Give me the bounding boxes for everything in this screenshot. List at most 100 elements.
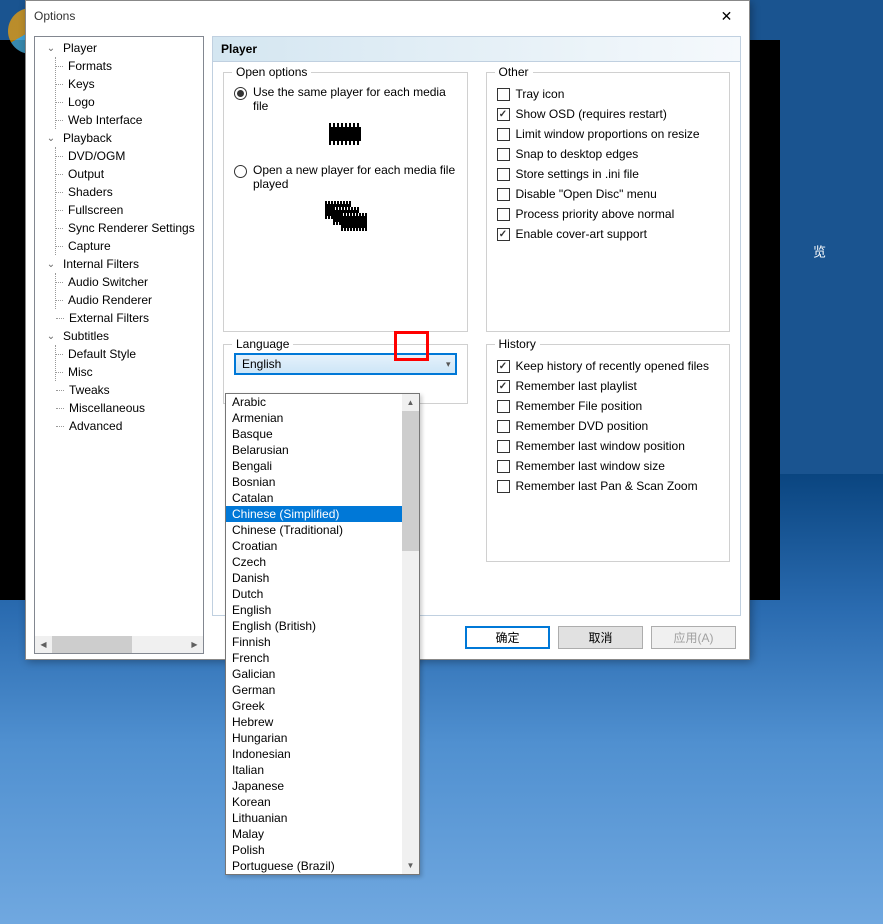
language-option[interactable]: Catalan [226,490,419,506]
checkbox-icon[interactable] [497,108,510,121]
checkbox-icon[interactable] [497,420,510,433]
scroll-thumb[interactable] [52,636,132,653]
language-option[interactable]: English [226,602,419,618]
tree-defaultstyle[interactable]: Default Style [56,345,203,363]
tree-externalfilters[interactable]: External Filters [57,309,203,327]
language-option[interactable]: German [226,682,419,698]
checkbox-icon[interactable] [497,188,510,201]
check-panzoom[interactable]: Remember last Pan & Scan Zoom [497,479,720,493]
check-snap[interactable]: Snap to desktop edges [497,147,720,161]
language-option[interactable]: Belarusian [226,442,419,458]
scroll-right-icon[interactable]: ▶ [186,636,203,653]
language-option[interactable]: Finnish [226,634,419,650]
check-osd[interactable]: Show OSD (requires restart) [497,107,720,121]
checkbox-icon[interactable] [497,400,510,413]
tree-playback[interactable]: ⌄Playback [43,129,203,147]
collapse-icon[interactable]: ⌄ [43,133,59,144]
scroll-left-icon[interactable]: ◀ [35,636,52,653]
language-option[interactable]: Czech [226,554,419,570]
radio-new-player[interactable]: Open a new player for each media file pl… [234,163,457,191]
language-option[interactable]: English (British) [226,618,419,634]
checkbox-icon[interactable] [497,360,510,373]
language-option[interactable]: Malay [226,826,419,842]
tree-dvdogm[interactable]: DVD/OGM [56,147,203,165]
tree-webinterface[interactable]: Web Interface [56,111,203,129]
checkbox-icon[interactable] [497,380,510,393]
collapse-icon[interactable]: ⌄ [43,43,59,54]
tree-fullscreen[interactable]: Fullscreen [56,201,203,219]
radio-icon[interactable] [234,87,247,100]
language-select[interactable]: English ▾ [234,353,457,375]
tree-sync[interactable]: Sync Renderer Settings [56,219,203,237]
checkbox-icon[interactable] [497,480,510,493]
collapse-icon[interactable]: ⌄ [43,331,59,342]
tree-formats[interactable]: Formats [56,57,203,75]
language-option[interactable]: Chinese (Simplified) [226,506,419,522]
chevron-down-icon[interactable]: ▾ [446,359,451,370]
language-option[interactable]: French [226,650,419,666]
scroll-thumb[interactable] [402,411,419,551]
radio-same-player[interactable]: Use the same player for each media file [234,85,457,113]
check-winpos[interactable]: Remember last window position [497,439,720,453]
language-option[interactable]: Danish [226,570,419,586]
language-dropdown[interactable]: ArabicArmenianBasqueBelarusianBengaliBos… [225,393,420,875]
language-option[interactable]: Polish [226,842,419,858]
tree-miscellaneous[interactable]: Miscellaneous [57,399,203,417]
language-option[interactable]: Armenian [226,410,419,426]
checkbox-icon[interactable] [497,88,510,101]
check-winsize[interactable]: Remember last window size [497,459,720,473]
checkbox-icon[interactable] [497,228,510,241]
check-ini[interactable]: Store settings in .ini file [497,167,720,181]
checkbox-icon[interactable] [497,128,510,141]
check-filepos[interactable]: Remember File position [497,399,720,413]
check-disc[interactable]: Disable "Open Disc" menu [497,187,720,201]
check-playlist[interactable]: Remember last playlist [497,379,720,393]
language-option[interactable]: Hebrew [226,714,419,730]
check-priority[interactable]: Process priority above normal [497,207,720,221]
collapse-icon[interactable]: ⌄ [43,259,59,270]
language-option[interactable]: Bengali [226,458,419,474]
check-dvdpos[interactable]: Remember DVD position [497,419,720,433]
language-option[interactable]: Japanese [226,778,419,794]
scroll-track[interactable] [52,636,186,653]
language-option[interactable]: Hungarian [226,730,419,746]
tree-keys[interactable]: Keys [56,75,203,93]
tree-output[interactable]: Output [56,165,203,183]
checkbox-icon[interactable] [497,208,510,221]
ok-button[interactable]: 确定 [465,626,550,649]
scroll-down-icon[interactable]: ▼ [402,857,419,874]
tree-shaders[interactable]: Shaders [56,183,203,201]
language-option[interactable]: Chinese (Traditional) [226,522,419,538]
language-option[interactable]: Croatian [226,538,419,554]
language-option[interactable]: Dutch [226,586,419,602]
checkbox-icon[interactable] [497,148,510,161]
language-option[interactable]: Italian [226,762,419,778]
tree-misc[interactable]: Misc [56,363,203,381]
check-coverart[interactable]: Enable cover-art support [497,227,720,241]
language-option[interactable]: Galician [226,666,419,682]
tree-scrollbar-horizontal[interactable]: ◀ ▶ [35,636,203,653]
language-option[interactable]: Indonesian [226,746,419,762]
close-button[interactable]: ✕ [704,1,749,31]
language-option[interactable]: Lithuanian [226,810,419,826]
dropdown-scrollbar[interactable]: ▲ ▼ [402,394,419,874]
check-tray[interactable]: Tray icon [497,87,720,101]
apply-button[interactable]: 应用(A) [651,626,736,649]
language-option[interactable]: Korean [226,794,419,810]
language-option[interactable]: Portuguese (Brazil) [226,858,419,874]
cancel-button[interactable]: 取消 [558,626,643,649]
checkbox-icon[interactable] [497,168,510,181]
language-option[interactable]: Arabic [226,394,419,410]
checkbox-icon[interactable] [497,460,510,473]
titlebar[interactable]: Options ✕ [26,1,749,31]
language-option[interactable]: Greek [226,698,419,714]
checkbox-icon[interactable] [497,440,510,453]
check-keep-history[interactable]: Keep history of recently opened files [497,359,720,373]
tree-audioswitcher[interactable]: Audio Switcher [56,273,203,291]
tree-capture[interactable]: Capture [56,237,203,255]
tree-audiorenderer[interactable]: Audio Renderer [56,291,203,309]
tree-internalfilters[interactable]: ⌄Internal Filters [43,255,203,273]
tree-subtitles[interactable]: ⌄Subtitles [43,327,203,345]
scroll-up-icon[interactable]: ▲ [402,394,419,411]
tree-logo[interactable]: Logo [56,93,203,111]
